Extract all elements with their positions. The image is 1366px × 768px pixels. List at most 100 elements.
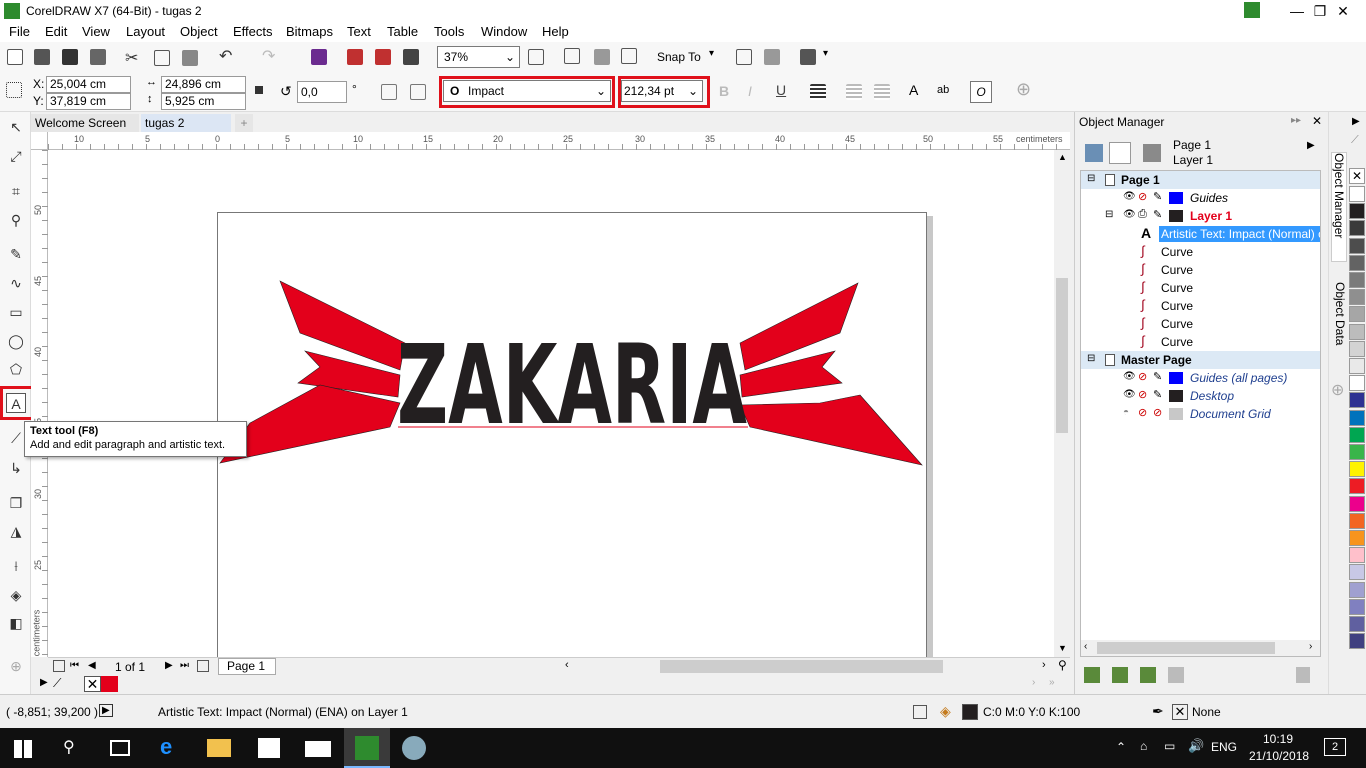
pencil-icon[interactable]: ✎ [1153,190,1162,203]
open-icon[interactable] [34,49,50,65]
palette-swatch[interactable] [1349,289,1365,306]
tab-object-manager[interactable]: Object Manager [1331,152,1347,262]
tree-row-curve[interactable]: ∫ Curve [1081,315,1320,333]
palette-swatch[interactable] [1349,203,1365,220]
crop-tool-icon[interactable]: ⌗ [6,181,26,201]
palette-swatch[interactable] [1349,444,1365,460]
tree-row-curve[interactable]: ∫ Curve [1081,279,1320,297]
text-alignment-icon[interactable] [810,84,826,100]
palette-swatch[interactable] [1349,564,1365,581]
new-master-layer-all-icon[interactable] [1140,667,1156,683]
palette-swatch[interactable] [1349,461,1365,478]
drop-shadow-tool-icon[interactable]: ❐ [6,493,26,513]
ruler-origin[interactable] [31,132,48,150]
previous-page-icon[interactable]: ◀ [88,660,96,671]
new-master-layer-odd-icon[interactable] [1168,667,1184,683]
freehand-tool-icon[interactable]: ✎ [6,244,26,264]
edit-text-icon[interactable]: ab [937,84,949,96]
fill-color-swatch[interactable] [962,704,978,720]
zoom-navigator-icon[interactable]: ⚲ [1058,658,1067,672]
palette-menu-icon[interactable]: ▶ [1352,116,1360,127]
notification-center-icon[interactable]: 2 [1324,738,1346,756]
copy-icon[interactable] [154,50,170,66]
edit-across-layers-icon[interactable] [1109,142,1131,164]
tree-row-page-1[interactable]: ⊟ Page 1 [1081,171,1320,189]
tree-row-curve[interactable]: ∫ Curve [1081,261,1320,279]
search-icon[interactable]: ⚲ [63,737,75,757]
application-launcher-icon[interactable] [736,49,752,65]
coreldraw-taskbar-button[interactable] [344,728,390,768]
palette-swatch[interactable] [1349,306,1365,323]
font-size-select[interactable]: 212,34 pt ⌄ [621,80,703,102]
tree-row-guides[interactable]: 👁 ⊘ ✎ Guides [1081,189,1320,207]
y-position-field[interactable]: 37,819 cm [46,93,131,110]
publish-pdf-icon[interactable] [403,49,419,65]
network-icon[interactable]: ⌂ [1140,739,1147,753]
show-rulers-icon[interactable] [564,48,580,64]
palette-swatch[interactable] [1349,512,1365,529]
tab-tugas-2[interactable]: tugas 2 [141,114,231,132]
connector-tool-icon[interactable]: ↳ [6,458,26,478]
tree-row-curve[interactable]: ∫ Curve [1081,243,1320,261]
palette-swatch[interactable] [1349,392,1365,409]
next-page-icon[interactable]: ▶ [165,660,173,671]
interactive-fill-tool-icon[interactable]: ◈ [6,585,26,605]
paste-icon[interactable] [182,50,198,66]
dimension-tool-icon[interactable]: ⟋ [6,428,26,448]
cut-icon[interactable]: ✂ [125,48,138,68]
printer-icon[interactable]: ⎙ [1138,208,1147,221]
collapse-icon[interactable]: ⊟ [1087,173,1095,184]
start-icon[interactable] [14,740,32,758]
store-icon[interactable] [258,738,280,758]
object-tree[interactable]: ⊟ Page 1 👁 ⊘ ✎ Guides ⊟ 👁 ⎙ ✎ Layer 1 A … [1080,170,1321,657]
pick-tool-icon[interactable]: ↖ [6,117,26,137]
export-icon[interactable] [375,49,391,65]
menu-tools[interactable]: Tools [434,24,464,39]
color-proofing-icon[interactable] [913,705,927,719]
tab-object-data[interactable]: Object Data [1331,282,1347,352]
smart-fill-tool-icon[interactable]: ◧ [6,613,26,633]
edit-disabled-icon[interactable]: ⊘ [1153,406,1162,419]
rotation-angle-field[interactable]: 0,0 [297,81,347,103]
mirror-horizontal-icon[interactable] [381,84,397,100]
italic-icon[interactable]: I [748,83,752,99]
print-icon[interactable] [90,49,106,65]
palette-scroll-end-icon[interactable]: » [1049,677,1055,688]
menu-window[interactable]: Window [481,24,527,39]
outline-none-icon[interactable]: ✕ [1172,704,1188,720]
redo-icon[interactable]: ↷ [262,46,275,66]
no-fill-swatch[interactable]: ✕ [1349,168,1365,184]
font-list-select[interactable]: O Impact ⌄ [443,80,611,102]
collapse-icon[interactable]: ⊟ [1105,209,1113,220]
palette-swatch[interactable] [1349,616,1365,632]
object-origin-icon[interactable] [6,82,22,98]
scroll-left-icon[interactable]: ‹ [565,659,569,671]
play-icon[interactable]: ▶ [99,704,113,717]
shape-tool-icon[interactable]: ⤢ [6,146,26,166]
artistic-media-tool-icon[interactable]: ∿ [6,273,26,293]
page-tab[interactable]: Page 1 [218,658,276,675]
palette-swatch[interactable] [1349,272,1365,288]
palette-swatch[interactable] [1349,375,1365,392]
menu-help[interactable]: Help [542,24,569,39]
new-tab-icon[interactable]: + [235,114,253,132]
palette-swatch[interactable] [1349,633,1365,650]
transparency-tool-icon[interactable]: ◮ [6,521,26,541]
snap-to-button[interactable]: Snap To [657,50,701,64]
add-page-after-icon[interactable] [197,660,209,672]
palette-swatch[interactable] [1349,530,1365,546]
palette-swatch[interactable] [1349,323,1365,340]
vertical-ruler[interactable]: 50 45 40 35 30 25 centimeters [31,150,48,657]
first-page-icon[interactable]: ⏮ [70,660,79,671]
print-disabled-icon[interactable]: ⊘ [1138,190,1147,203]
show-hidden-icons-icon[interactable]: ⌃ [1116,740,1126,754]
new-master-layer-icon[interactable] [1112,667,1128,683]
menu-edit[interactable]: Edit [45,24,67,39]
red-color-swatch[interactable] [101,676,118,692]
eyedropper-tool-icon[interactable]: ⟊ [6,556,26,576]
zoom-level-select[interactable]: 37% ⌄ [437,46,520,68]
palette-expand-icon[interactable]: ▶ [40,677,48,688]
eye-icon[interactable]: 👁 [1123,209,1136,220]
tree-row-layer-1[interactable]: ⊟ 👁 ⎙ ✎ Layer 1 [1081,207,1320,225]
palette-swatch[interactable] [1349,547,1365,564]
